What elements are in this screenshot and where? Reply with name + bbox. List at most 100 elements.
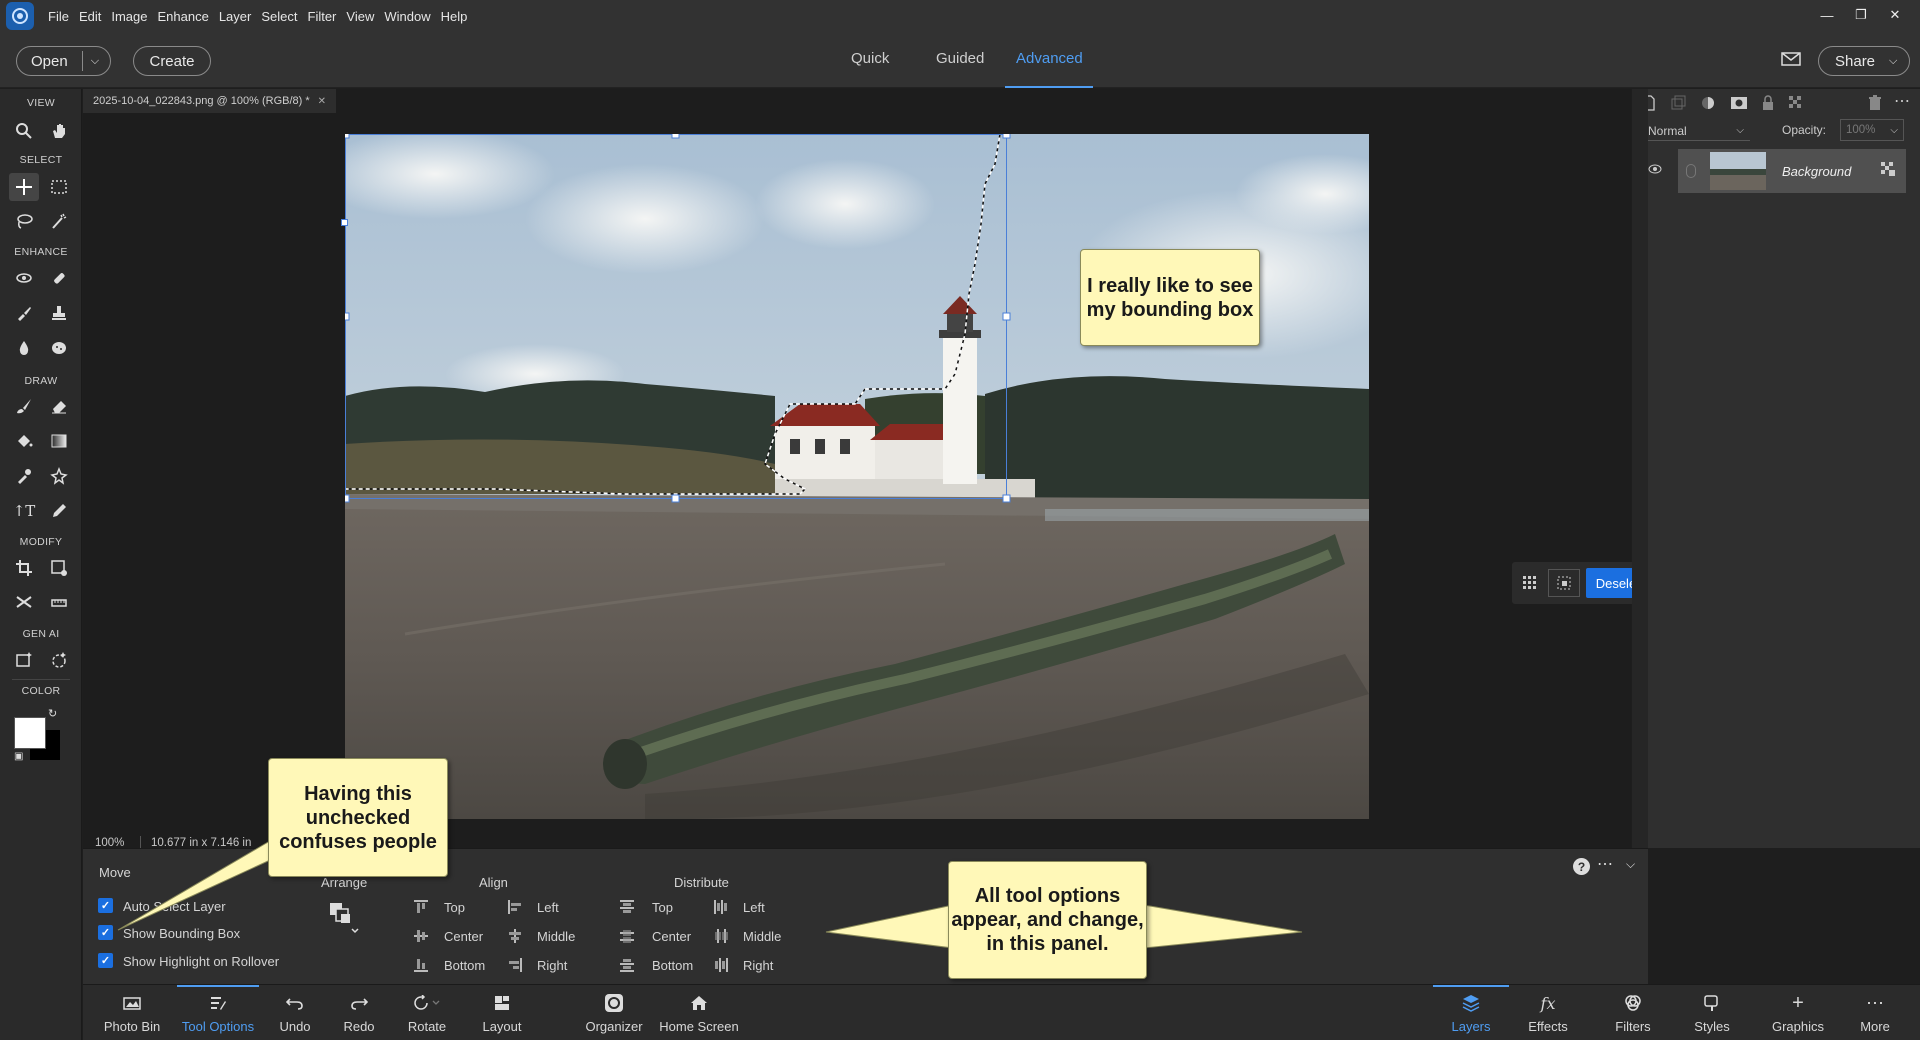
panel-menu-icon[interactable]: ⋯ [1894,91,1910,111]
swap-colors-icon[interactable]: ↻ [48,707,57,720]
opacity-field[interactable]: 100% ⌵ [1840,119,1904,141]
tool-options-button[interactable]: Tool Options [173,985,263,1040]
align-top-label[interactable]: Top [444,900,465,915]
rotate-button[interactable]: Rotate [395,985,459,1040]
eyedropper-icon[interactable] [9,462,39,490]
align-left-label[interactable]: Left [537,900,559,915]
home-screen-button[interactable]: Home Screen [653,985,745,1040]
blend-mode-select[interactable]: Normal ⌵ [1642,121,1750,141]
arrange-menu-icon[interactable] [328,901,362,940]
align-top-icon[interactable] [413,899,429,915]
help-icon[interactable]: ? [1573,858,1590,875]
lock-transparency-icon[interactable] [1788,95,1804,116]
menu-filter[interactable]: Filter [308,9,337,24]
tab-guided[interactable]: Guided [936,50,984,67]
layers-button[interactable]: Layers [1438,985,1504,1040]
blur-tool-icon[interactable] [9,334,39,362]
chevron-down-icon[interactable]: ⌵ [83,55,99,68]
close-tab-icon[interactable]: ✕ [318,96,326,107]
distribute-middle-icon[interactable] [713,928,729,944]
menu-select[interactable]: Select [261,9,297,24]
smart-brush-icon[interactable] [9,299,39,327]
menu-window[interactable]: Window [384,9,430,24]
generative-remove-icon[interactable] [44,646,74,674]
align-bottom-icon[interactable] [413,957,429,973]
distribute-bottom-icon[interactable] [619,957,635,973]
magic-wand-icon[interactable] [44,207,74,235]
auto-select-checkbox[interactable]: ✓ [98,898,113,913]
collapse-panel-icon[interactable]: ⌵ [1626,857,1635,872]
adjustment-layer-icon[interactable] [1700,95,1716,116]
distribute-right-label[interactable]: Right [743,958,773,973]
minimize-icon[interactable]: — [1814,4,1840,26]
gradient-tool-icon[interactable] [44,427,74,455]
align-left-icon[interactable] [507,899,523,915]
layout-button[interactable]: Layout [469,985,535,1040]
distribute-top-icon[interactable] [619,899,635,915]
grid-icon[interactable] [1518,571,1542,595]
content-aware-move-icon[interactable] [9,588,39,616]
delete-layer-icon[interactable] [1868,95,1882,116]
layer-mask-icon[interactable] [1730,96,1748,115]
show-highlight-checkbox[interactable]: ✓ [98,953,113,968]
share-button[interactable]: Share ⌵ [1818,46,1910,76]
distribute-top-label[interactable]: Top [652,900,673,915]
distribute-left-icon[interactable] [713,899,729,915]
options-menu-icon[interactable]: ⋯ [1597,854,1613,874]
align-right-label[interactable]: Right [537,958,567,973]
bounding-box-handle[interactable] [341,219,348,226]
show-bounding-box-checkbox[interactable]: ✓ [98,925,113,940]
crop-tool-icon[interactable] [9,554,39,582]
distribute-right-icon[interactable] [713,957,729,973]
tab-quick[interactable]: Quick [851,50,889,67]
hand-tool-icon[interactable] [44,117,74,145]
effects-button[interactable]: fx Effects [1515,985,1581,1040]
transform-icon[interactable] [1548,569,1580,597]
type-tool-icon[interactable]: ↑T [9,497,39,525]
menu-file[interactable]: File [48,9,69,24]
align-center-icon[interactable] [413,928,429,944]
open-button[interactable]: Open ⌵ [16,46,111,76]
red-eye-tool-icon[interactable] [9,264,39,292]
move-tool-icon[interactable] [9,173,39,201]
align-middle-label[interactable]: Middle [537,929,575,944]
marquee-tool-icon[interactable] [44,173,74,201]
pencil-tool-icon[interactable] [44,497,74,525]
paint-bucket-icon[interactable] [9,427,39,455]
align-middle-icon[interactable] [507,928,523,944]
distribute-center-icon[interactable] [619,928,635,944]
sponge-tool-icon[interactable] [44,334,74,362]
tab-advanced[interactable]: Advanced [1016,50,1083,67]
canvas-image[interactable] [345,134,1369,819]
menu-edit[interactable]: Edit [79,9,101,24]
panel-scrollbar[interactable] [1632,89,1648,848]
more-button[interactable]: ⋯ More [1850,985,1900,1040]
healing-brush-icon[interactable] [44,264,74,292]
undo-button[interactable]: Undo [269,985,321,1040]
recompose-tool-icon[interactable] [44,554,74,582]
menu-enhance[interactable]: Enhance [158,9,209,24]
layer-row-background[interactable]: Background [1678,149,1906,193]
lasso-tool-icon[interactable] [9,207,39,235]
distribute-center-label[interactable]: Center [652,929,691,944]
redo-button[interactable]: Redo [333,985,385,1040]
menu-image[interactable]: Image [111,9,147,24]
photo-bin-button[interactable]: Photo Bin [93,985,171,1040]
filters-button[interactable]: Filters [1600,985,1666,1040]
restore-icon[interactable]: ❐ [1848,4,1874,26]
straighten-tool-icon[interactable] [44,588,74,616]
zoom-tool-icon[interactable] [9,117,39,145]
custom-shape-icon[interactable] [44,462,74,490]
distribute-left-label[interactable]: Left [743,900,765,915]
visibility-eye-icon[interactable] [1648,161,1662,179]
new-group-icon[interactable] [1670,95,1686,116]
align-right-icon[interactable] [507,957,523,973]
distribute-bottom-label[interactable]: Bottom [652,958,693,973]
organizer-button[interactable]: Organizer [579,985,649,1040]
eraser-tool-icon[interactable] [44,392,74,420]
align-bottom-label[interactable]: Bottom [444,958,485,973]
generative-fill-icon[interactable] [9,646,39,674]
menu-layer[interactable]: Layer [219,9,252,24]
distribute-middle-label[interactable]: Middle [743,929,781,944]
close-icon[interactable]: ✕ [1882,4,1908,26]
